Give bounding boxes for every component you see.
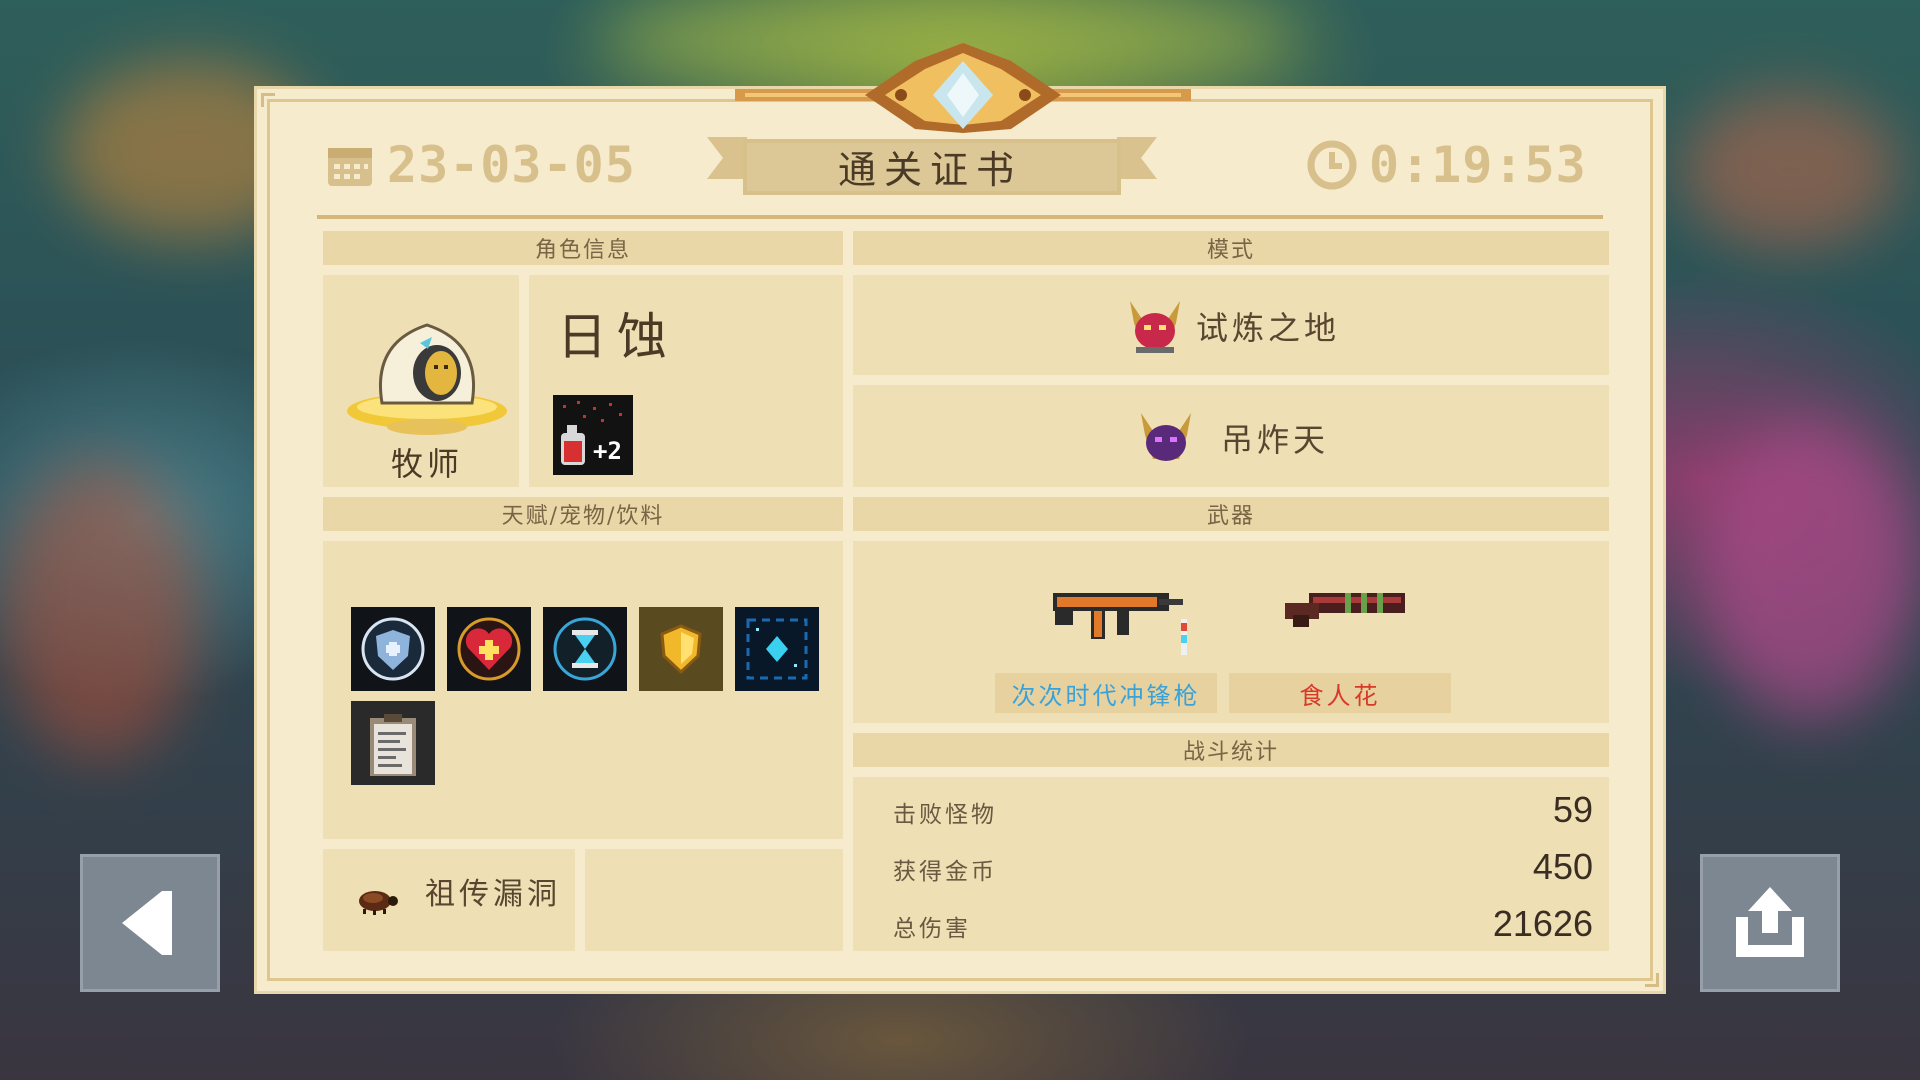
talent-slot[interactable] (447, 607, 531, 691)
corner-ornament (1645, 973, 1659, 987)
smg-icon (1053, 593, 1187, 655)
mode-label-2: 吊炸天 (1220, 421, 1329, 459)
legacy-empty-box (585, 849, 843, 951)
talent-slot[interactable] (639, 607, 723, 691)
crest-ornament (735, 43, 1191, 133)
gold-shield-icon (660, 624, 702, 675)
legacy-label: 祖传漏洞 (425, 877, 561, 912)
hourglass-icon (553, 617, 617, 681)
section-header-weapons: 武器 (853, 497, 1609, 531)
weapon-name-1: 次次时代冲锋枪 (995, 673, 1217, 713)
share-button[interactable] (1700, 854, 1840, 992)
stat-label: 击败怪物 (893, 802, 997, 828)
stat-row-coins: 获得金币 450 (881, 842, 1621, 892)
beetle-icon (359, 891, 398, 915)
clock-icon (1307, 140, 1357, 190)
stat-value: 450 (1532, 846, 1593, 887)
section-header-stats: 战斗统计 (853, 733, 1609, 767)
background-blob (0, 460, 200, 760)
stat-label: 获得金币 (893, 859, 997, 885)
talent-slot[interactable] (735, 607, 819, 691)
talent-slot[interactable] (351, 607, 435, 691)
shotgun-icon (1285, 593, 1405, 627)
character-class: 牧师 (390, 445, 463, 483)
character-skin-name: 日蚀 (557, 308, 677, 366)
mode-row-1: 试炼之地 (853, 293, 1609, 359)
heart-plus-icon (457, 617, 521, 681)
mode-label-1: 试炼之地 (1195, 309, 1340, 347)
corner-ornament (261, 93, 275, 107)
clear-time: 0:19:53 (1307, 136, 1587, 194)
certificate-title: 通关证书 (837, 147, 1022, 192)
certificate-panel: 23-03-05 通关证书 0:19:53 角色信息 牧师 日蚀 +2 模式 试… (254, 43, 1666, 994)
talent-slot[interactable] (543, 607, 627, 691)
stat-value: 21626 (1492, 903, 1593, 944)
share-icon (1736, 887, 1804, 957)
section-header-talents: 天赋/宠物/饮料 (323, 497, 843, 531)
potion-bonus: +2 (593, 437, 622, 465)
time-text: 0:19:53 (1369, 136, 1587, 194)
blue-crystal-icon (746, 618, 808, 680)
calendar-icon (328, 148, 372, 186)
weapon-name-2-text: 食人花 (1299, 681, 1381, 710)
section-header-mode: 模式 (853, 231, 1609, 265)
stat-value: 59 (1552, 789, 1593, 830)
stat-row-damage: 总伤害 21626 (881, 899, 1621, 949)
date-text: 23-03-05 (387, 136, 636, 194)
horned-demon-red-icon (1129, 301, 1180, 353)
shield-badge-icon (361, 617, 425, 681)
weapon-name-1-text: 次次时代冲锋枪 (1011, 681, 1201, 710)
back-button[interactable] (80, 854, 220, 992)
divider (317, 215, 1603, 219)
priest-avatar (347, 323, 507, 435)
back-arrow-icon (122, 891, 172, 955)
horned-demon-purple-icon (1140, 413, 1191, 461)
clear-date: 23-03-05 (325, 136, 636, 194)
talent-slot[interactable] (351, 701, 435, 785)
clipboard-icon (370, 714, 416, 776)
section-header-character: 角色信息 (323, 231, 843, 265)
weapon-name-2: 食人花 (1229, 673, 1451, 713)
background-blob (1680, 90, 1900, 250)
stat-row-kills: 击败怪物 59 (881, 785, 1621, 835)
stat-label: 总伤害 (893, 916, 971, 942)
mode-row-2: 吊炸天 (853, 405, 1609, 471)
background-blob (1700, 420, 1920, 720)
